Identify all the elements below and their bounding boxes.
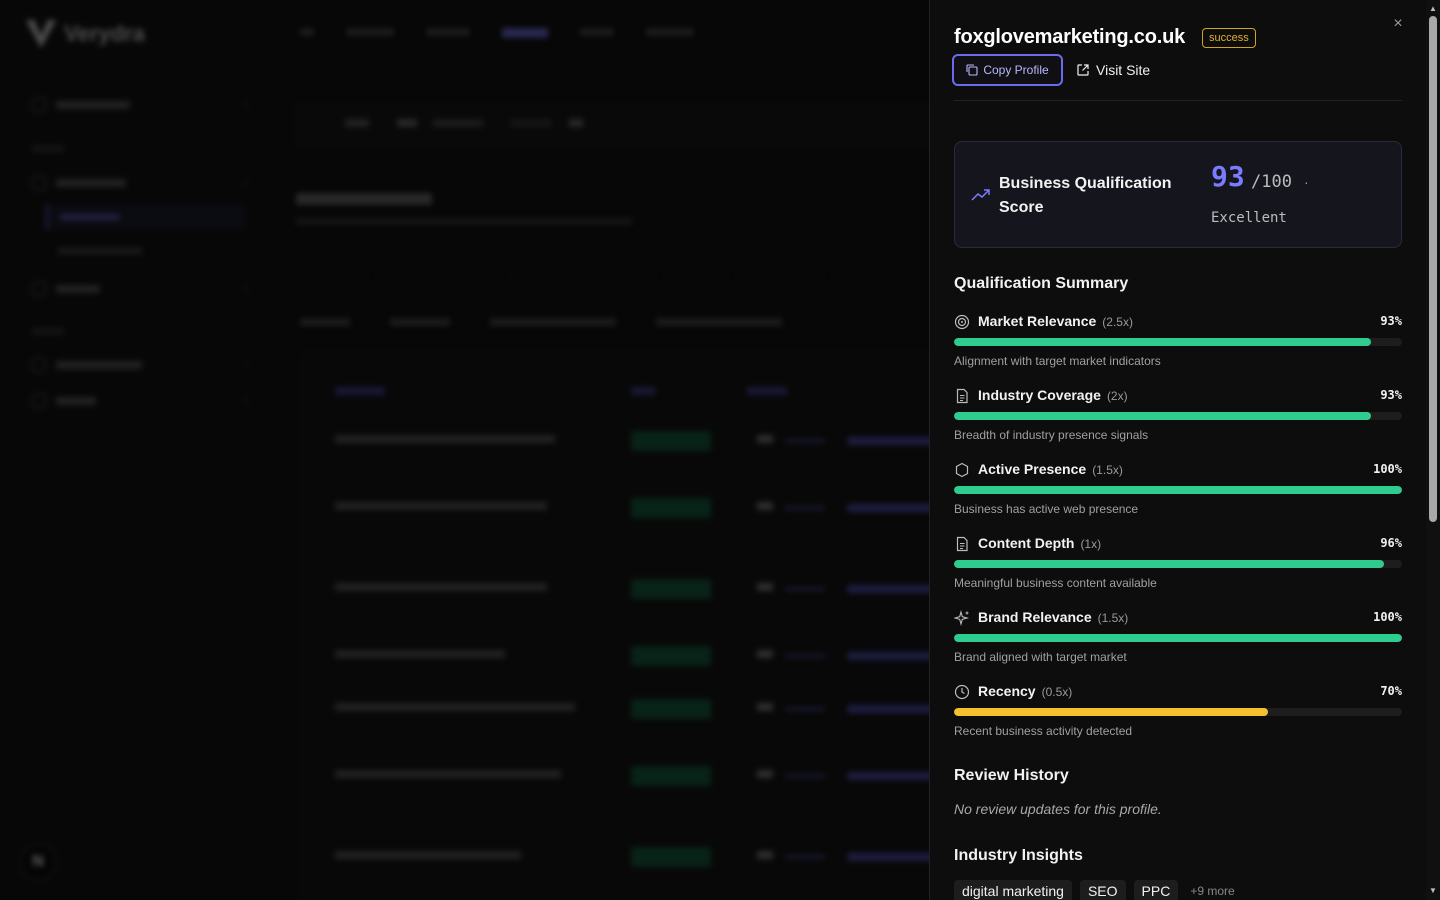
metric-description: Meaningful business content available [954, 576, 1157, 590]
metric-name: Market Relevance (2.5x) [978, 313, 1133, 329]
metric-name: Brand Relevance (1.5x) [978, 609, 1129, 625]
profile-domain: foxglovemarketing.co.uk [954, 26, 1186, 48]
divider [954, 100, 1402, 101]
profile-detail-panel: × foxglovemarketing.co.uk success Copy P… [929, 0, 1426, 900]
scrollbar-thumb[interactable] [1429, 16, 1437, 522]
metric-weight: (1.5x) [1092, 463, 1123, 477]
metric-progress-track [954, 560, 1402, 568]
metric-percent: 96% [1380, 536, 1402, 550]
status-badge: success [1202, 28, 1256, 48]
metric-description: Breadth of industry presence signals [954, 428, 1149, 442]
metric-description: Recent business activity detected [954, 724, 1133, 738]
metric-description: Business has active web presence [954, 502, 1139, 516]
metric-percent: 70% [1380, 684, 1402, 698]
visit-site-label: Visit Site [1096, 62, 1151, 78]
industry-tags: digital marketing SEO PPC +9 more [954, 880, 1235, 900]
copy-profile-label: Copy Profile [983, 63, 1049, 77]
metric-progress-track [954, 634, 1402, 642]
metric-name: Industry Coverage (2x) [978, 387, 1128, 403]
industry-tag: digital marketing [954, 880, 1072, 900]
metric-weight: (2.5x) [1102, 315, 1133, 329]
qualification-summary-title: Qualification Summary [954, 275, 1129, 292]
metric-progress-fill [954, 560, 1385, 568]
target-icon [954, 314, 970, 330]
app-root: Verydra › › › › › N × foxglovemarketing.… [0, 0, 1440, 900]
document-icon [954, 536, 970, 552]
external-link-icon [1077, 64, 1089, 76]
metric-progress-track [954, 486, 1402, 494]
metric-row: Market Relevance (2.5x) 93% Alignment with … [954, 313, 1402, 378]
clock-icon [954, 684, 970, 700]
metric-row: Recency (0.5x) 70% Recent business activity… [954, 683, 1402, 748]
metric-progress-track [954, 708, 1402, 716]
score-separator: · [1304, 174, 1309, 190]
metric-row: Content Depth (1x) 96% Meaningful business … [954, 535, 1402, 600]
score-label: Business Qualification Score [999, 175, 1172, 216]
visit-site-link[interactable]: Visit Site [1076, 56, 1150, 84]
industry-tag: SEO [1079, 880, 1126, 900]
close-button[interactable]: × [1388, 14, 1408, 34]
metric-weight: (1x) [1080, 537, 1102, 551]
copy-profile-button[interactable]: Copy Profile [952, 54, 1063, 86]
metric-percent: 93% [1380, 314, 1402, 328]
qualification-score-card: Business Qualification Score 93 /100 · E… [954, 141, 1402, 248]
metric-percent: 93% [1380, 388, 1402, 402]
metric-name: Active Presence (1.5x) [978, 461, 1123, 477]
metric-percent: 100% [1373, 462, 1402, 476]
metric-description: Brand aligned with target market [954, 650, 1127, 664]
score-grade: Excellent [1211, 210, 1287, 226]
review-history-empty: No review updates for this profile. [954, 801, 1162, 817]
score-max: /100 [1251, 172, 1292, 192]
metric-progress-fill [954, 634, 1402, 642]
more-tags-link[interactable]: +9 more [1190, 884, 1234, 898]
metric-weight: (1.5x) [1097, 611, 1129, 625]
metric-percent: 100% [1373, 610, 1402, 624]
copy-icon [966, 64, 978, 76]
industry-tag: PPC [1133, 880, 1179, 900]
scrollbar[interactable]: ▲ ▼ [1426, 0, 1440, 900]
trending-up-icon [971, 189, 990, 201]
metric-progress-track [954, 412, 1402, 420]
metric-progress-track [954, 338, 1402, 346]
metric-progress-fill [954, 486, 1402, 494]
score-value: 93 [1211, 160, 1245, 193]
metric-name: Content Depth (1x) [978, 535, 1102, 551]
sparkle-icon [952, 609, 970, 627]
hexagon-icon [954, 462, 970, 478]
document-icon [954, 388, 970, 404]
metric-progress-fill [954, 412, 1371, 420]
metric-name: Recency (0.5x) [978, 683, 1073, 699]
metric-row: Industry Coverage (2x) 93% Breadth of indus… [954, 387, 1402, 452]
industry-insights-title: Industry Insights [954, 847, 1083, 864]
scroll-up-icon[interactable]: ▲ [1426, 4, 1440, 14]
metric-progress-fill [954, 708, 1268, 716]
metric-row: Brand Relevance (1.5x) 100% Brand aligned w… [952, 609, 1402, 674]
metric-weight: (2x) [1106, 389, 1128, 403]
metric-row: Active Presence (1.5x) 100% Business has ac… [954, 461, 1402, 526]
close-icon: × [1393, 15, 1403, 32]
metric-progress-fill [954, 338, 1371, 346]
metric-weight: (0.5x) [1041, 685, 1073, 699]
scroll-down-icon[interactable]: ▼ [1426, 886, 1440, 896]
review-history-title: Review History [954, 767, 1069, 784]
metric-description: Alignment with target market indicators [954, 354, 1161, 368]
